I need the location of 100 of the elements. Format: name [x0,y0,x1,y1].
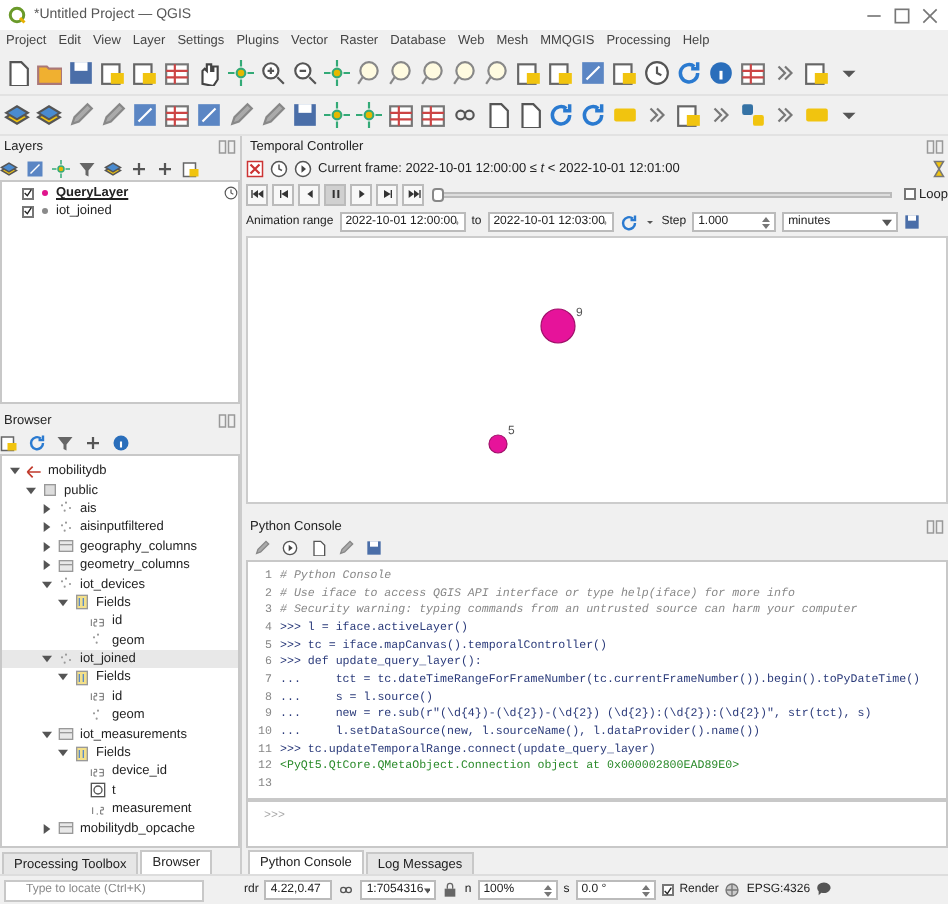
vector-icon[interactable] [68,102,94,128]
play-circle-icon[interactable] [294,159,312,177]
layer-checkbox[interactable] [22,187,34,199]
save-icon[interactable] [68,60,94,86]
caret-icon[interactable] [643,216,656,228]
expanded-arrow-icon[interactable] [42,654,52,665]
schema-icon [42,482,58,499]
magnifier-icon[interactable] [452,60,478,86]
code-editor[interactable] [246,560,948,800]
magnifier-icon[interactable] [420,60,446,86]
layers-icon[interactable] [36,102,62,128]
zoom-in-icon[interactable] [260,60,286,86]
play-button[interactable] [350,183,372,205]
slider-thumb[interactable] [432,187,444,201]
clock-icon[interactable] [644,60,670,86]
date-field-icon [90,782,106,799]
pencil-icon[interactable] [100,102,126,128]
close-icon[interactable] [246,159,264,177]
more-icon[interactable] [644,102,670,128]
layers-icon[interactable] [4,102,30,128]
magnifier-icon[interactable] [484,60,510,86]
pencil-icon[interactable] [228,102,254,128]
lock-icon[interactable] [442,882,459,898]
previous-frame-button[interactable] [272,183,294,205]
spinner-arrows-icon[interactable] [543,883,552,897]
more-icon[interactable] [772,60,798,86]
expanded-arrow-icon[interactable] [58,597,68,608]
refresh-icon[interactable] [28,433,46,451]
expanded-arrow-icon[interactable] [58,748,68,759]
save-icon[interactable] [292,102,318,128]
expanded-arrow-icon[interactable] [58,672,68,683]
layers-icon[interactable] [104,159,122,177]
node-icon[interactable] [324,102,350,128]
play-icon [353,186,369,202]
magnifier-icon[interactable] [356,60,382,86]
pause-button[interactable] [324,183,346,205]
pan-hand-icon[interactable] [196,60,222,86]
spinner-arrows-icon[interactable] [641,883,650,897]
skip-to-start-icon [249,186,265,202]
expanded-arrow-icon[interactable] [10,466,20,477]
collapsed-arrow-icon[interactable] [42,560,52,571]
save-icon[interactable] [904,214,921,230]
messages-icon[interactable] [816,882,833,898]
globe-icon[interactable] [724,882,741,898]
pencil-icon[interactable] [260,102,286,128]
layout-icon[interactable] [100,60,126,86]
new-file-icon[interactable] [4,60,30,86]
attribute-table-icon[interactable] [740,60,766,86]
expanded-arrow-icon[interactable] [26,485,36,496]
collapsed-arrow-icon[interactable] [42,522,52,533]
close-icon[interactable] [920,5,940,25]
expanded-arrow-icon[interactable] [42,729,52,740]
play-backward-button[interactable] [298,183,320,205]
next-frame-icon [379,186,395,202]
magnifier-icon[interactable] [388,60,414,86]
info-icon[interactable] [112,433,130,451]
skip-to-end-icon [405,186,421,202]
loop-checkbox[interactable] [903,188,916,200]
skip-to-end-button[interactable] [402,183,424,205]
more-icon[interactable] [708,102,734,128]
pause-icon [327,186,343,202]
render-checkbox[interactable] [661,884,674,896]
layer-checkbox[interactable] [22,205,34,217]
fields-icon [74,594,90,611]
table-icon[interactable] [164,60,190,86]
refresh-icon[interactable] [619,213,638,231]
table-icon [58,726,74,743]
dropdown-arrow-icon[interactable] [423,885,431,895]
clock-icon[interactable] [224,186,238,200]
table-icon[interactable] [388,102,414,128]
clock-icon[interactable] [270,159,288,177]
spinner-arrows-icon[interactable] [762,215,771,229]
next-frame-button[interactable] [376,183,398,205]
time-slider[interactable] [436,191,892,197]
collapsed-arrow-icon[interactable] [42,541,52,552]
folder-icon[interactable] [36,60,62,86]
identify-icon[interactable] [708,60,734,86]
zoom-out-icon[interactable] [292,60,318,86]
decimal-field-icon [90,801,106,818]
number-field-icon [90,688,106,705]
editor-icon[interactable] [310,540,326,556]
run-icon[interactable] [282,540,298,556]
layout-icon[interactable] [132,60,158,86]
table-icon[interactable] [420,102,446,128]
collapsed-arrow-icon[interactable] [42,823,52,834]
expanded-arrow-icon[interactable] [42,579,52,590]
skip-to-start-button[interactable] [246,183,268,205]
more-icon[interactable] [772,102,798,128]
collapsed-arrow-icon[interactable] [42,503,52,514]
python-icon[interactable] [740,102,766,128]
table-icon [58,820,74,837]
fields-icon [74,669,90,686]
refresh-icon[interactable] [676,60,702,86]
previous-frame-icon [275,186,291,202]
maximize-icon[interactable] [892,5,912,25]
fields-icon [74,745,90,762]
dropdown-arrow-icon[interactable] [882,217,893,227]
number-field-icon [90,763,106,780]
connection-icon [26,463,42,480]
node-icon[interactable] [356,102,382,128]
